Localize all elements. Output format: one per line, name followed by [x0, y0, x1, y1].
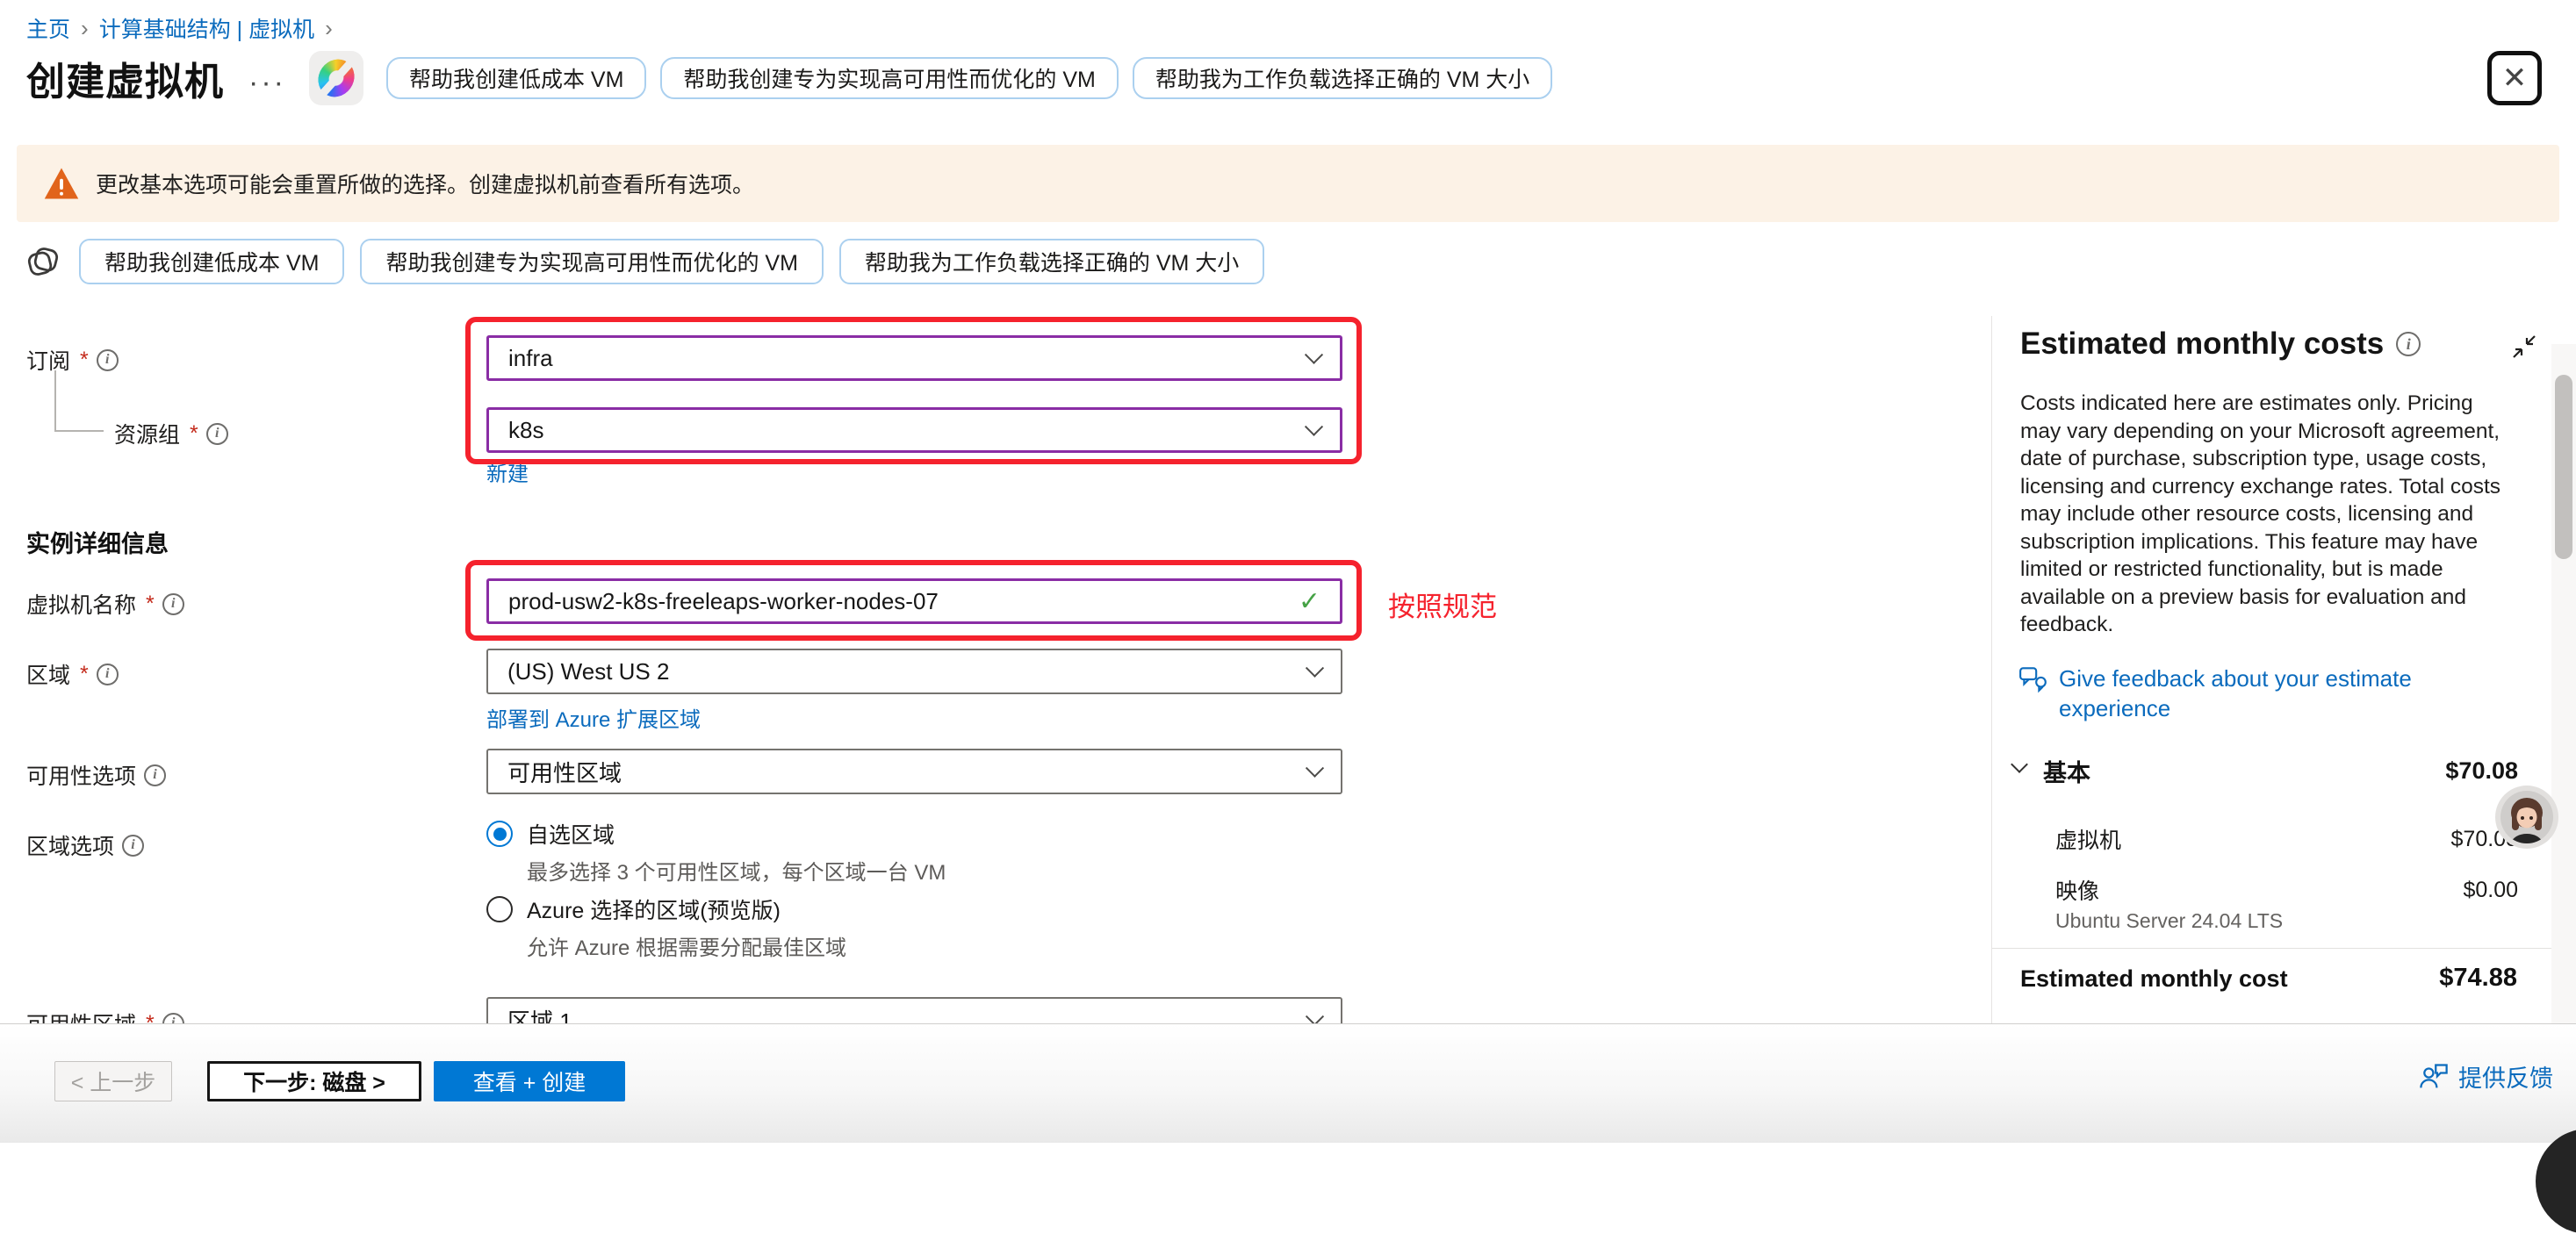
- chevron-down-icon: [1306, 658, 1324, 677]
- divider: [1992, 948, 2576, 949]
- resource-group-label: 资源组 * i: [114, 418, 228, 449]
- region-value: (US) West US 2: [507, 658, 669, 685]
- chevron-right-icon: ›: [323, 15, 335, 42]
- previous-button[interactable]: < 上一步: [54, 1061, 172, 1101]
- cost-estimate-panel: Estimated monthly costs i Costs indicate…: [1991, 316, 2576, 1023]
- breadcrumb-home-link[interactable]: 主页: [26, 12, 70, 44]
- info-icon[interactable]: i: [162, 1013, 184, 1024]
- close-button[interactable]: ✕: [2487, 51, 2542, 105]
- info-icon[interactable]: i: [2396, 332, 2421, 356]
- copilot-button[interactable]: [309, 51, 363, 105]
- region-label: 区域 * i: [26, 658, 119, 690]
- chevron-down-icon: [1305, 345, 1323, 363]
- subscription-value: infra: [508, 345, 553, 372]
- chevron-right-icon: ›: [79, 15, 90, 42]
- suggestion-high-availability-vm[interactable]: 帮助我创建专为实现高可用性而优化的 VM: [660, 57, 1118, 99]
- required-asterisk: *: [80, 348, 89, 373]
- assistant-dock-shape[interactable]: [2536, 1129, 2576, 1234]
- suggestion-right-vm-size[interactable]: 帮助我为工作负载选择正确的 VM 大小: [1133, 57, 1552, 99]
- radio-selected-icon[interactable]: [486, 821, 513, 847]
- valid-check-icon: ✓: [1299, 586, 1320, 617]
- breadcrumb-section-link[interactable]: 计算基础结构 | 虚拟机: [99, 12, 314, 44]
- vm-name-label: 虚拟机名称 * i: [26, 588, 184, 620]
- availability-options-label: 可用性选项 i: [26, 759, 166, 791]
- deploy-extended-zone-link[interactable]: 部署到 Azure 扩展区域: [486, 702, 701, 733]
- subscription-dropdown[interactable]: infra: [486, 335, 1342, 381]
- suggestion-low-cost-vm[interactable]: 帮助我创建低成本 VM: [79, 239, 344, 284]
- availability-options-dropdown[interactable]: 可用性区域: [486, 749, 1342, 794]
- required-asterisk: *: [190, 421, 198, 447]
- info-icon[interactable]: i: [206, 423, 228, 445]
- resource-group-dropdown[interactable]: k8s: [486, 407, 1342, 453]
- zone-option-self-select[interactable]: 自选区域: [486, 818, 615, 850]
- chevron-down-icon: [2011, 756, 2028, 773]
- review-create-button[interactable]: 查看 + 创建: [434, 1061, 625, 1101]
- availability-zone-value: 区域 1: [507, 1004, 572, 1024]
- total-label: Estimated monthly cost: [2020, 965, 2288, 993]
- availability-zone-label: 可用性区域 * i: [26, 1008, 184, 1023]
- zone-option-azure-select-desc: 允许 Azure 根据需要分配最佳区域: [527, 930, 846, 961]
- info-icon[interactable]: i: [97, 664, 119, 685]
- assistant-avatar[interactable]: [2494, 785, 2559, 850]
- radio-unselected-icon[interactable]: [486, 896, 513, 922]
- required-asterisk: *: [80, 662, 89, 687]
- create-new-resource-group-link[interactable]: 新建: [486, 456, 529, 487]
- chevron-down-icon: [1306, 1007, 1324, 1023]
- label-connector-line: [54, 370, 104, 432]
- resource-group-value: k8s: [508, 417, 543, 444]
- warning-text: 更改基本选项可能会重置所做的选择。创建虚拟机前查看所有选项。: [96, 168, 754, 199]
- person-feedback-icon: [2418, 1061, 2450, 1093]
- info-icon[interactable]: i: [122, 835, 144, 857]
- feedback-bubbles-icon: [2018, 664, 2048, 693]
- close-icon: ✕: [2502, 61, 2528, 96]
- zone-options-label: 区域选项 i: [26, 829, 144, 861]
- warning-icon: [43, 166, 80, 201]
- zone-option-azure-select[interactable]: Azure 选择的区域(预览版): [486, 893, 781, 925]
- copilot-suggestions-top: 帮助我创建低成本 VM 帮助我创建专为实现高可用性而优化的 VM 帮助我为工作负…: [386, 57, 1552, 99]
- give-feedback-link[interactable]: 提供反馈: [2418, 1059, 2553, 1094]
- chevron-down-icon: [1305, 417, 1323, 435]
- copilot-suggestions-inline: 帮助我创建低成本 VM 帮助我创建专为实现高可用性而优化的 VM 帮助我为工作负…: [23, 238, 1264, 285]
- cost-item-row: 映像 $0.00: [1992, 874, 2576, 906]
- suggestion-high-availability-vm[interactable]: 帮助我创建专为实现高可用性而优化的 VM: [360, 239, 823, 284]
- cost-item-subtext: Ubuntu Server 24.04 LTS: [2055, 909, 2283, 933]
- zone-option-self-select-desc: 最多选择 3 个可用性区域，每个区域一台 VM: [527, 855, 946, 886]
- collapse-panel-icon[interactable]: [2511, 334, 2537, 360]
- more-options-icon[interactable]: ···: [248, 66, 286, 100]
- scrollbar-thumb[interactable]: [2555, 375, 2572, 559]
- next-disks-button[interactable]: 下一步: 磁盘 >: [207, 1061, 421, 1101]
- suggestion-right-vm-size[interactable]: 帮助我为工作负载选择正确的 VM 大小: [839, 239, 1264, 284]
- cost-disclaimer: Costs indicated here are estimates only.…: [2020, 390, 2517, 639]
- cost-panel-title: Estimated monthly costs: [2020, 326, 2384, 362]
- cost-item-row: 虚拟机 $70.08: [1992, 823, 2576, 855]
- vm-name-value: prod-usw2-k8s-freeleaps-worker-nodes-07: [508, 588, 939, 615]
- required-asterisk: *: [146, 592, 155, 617]
- info-icon[interactable]: i: [97, 349, 119, 371]
- warning-banner: 更改基本选项可能会重置所做的选择。创建虚拟机前查看所有选项。: [17, 145, 2559, 222]
- region-dropdown[interactable]: (US) West US 2: [486, 649, 1342, 694]
- suggestion-low-cost-vm[interactable]: 帮助我创建低成本 VM: [386, 57, 646, 99]
- required-asterisk: *: [146, 1011, 155, 1024]
- footer-bar: < 上一步 下一步: 磁盘 > 查看 + 创建 提供反馈: [0, 1023, 2576, 1143]
- annotation-note: 按照规范: [1388, 585, 1497, 624]
- availability-zone-dropdown[interactable]: 区域 1: [486, 997, 1342, 1023]
- vm-name-input[interactable]: prod-usw2-k8s-freeleaps-worker-nodes-07 …: [486, 578, 1342, 624]
- info-icon[interactable]: i: [144, 764, 166, 786]
- total-price: $74.88: [2439, 964, 2517, 993]
- page-header: 创建虚拟机 ··· 帮助我创建低成本 VM 帮助我创建专为实现高可用性而优化的 …: [26, 49, 1552, 107]
- availability-options-value: 可用性区域: [507, 756, 622, 788]
- estimate-feedback-link[interactable]: Give feedback about your estimate experi…: [2018, 664, 2498, 723]
- instance-details-heading: 实例详细信息: [26, 525, 169, 559]
- basics-form: 订阅 * i infra 资源组 * i k8s 新建 实例详细信息 虚拟机名称…: [0, 316, 1991, 1023]
- cost-group-row[interactable]: 基本 $70.08: [1992, 753, 2576, 788]
- breadcrumb: 主页 › 计算基础结构 | 虚拟机 ›: [26, 12, 335, 44]
- chevron-down-icon: [1306, 758, 1324, 777]
- page-title: 创建虚拟机: [26, 50, 224, 106]
- info-icon[interactable]: i: [162, 593, 184, 615]
- copilot-outline-icon[interactable]: [23, 241, 63, 282]
